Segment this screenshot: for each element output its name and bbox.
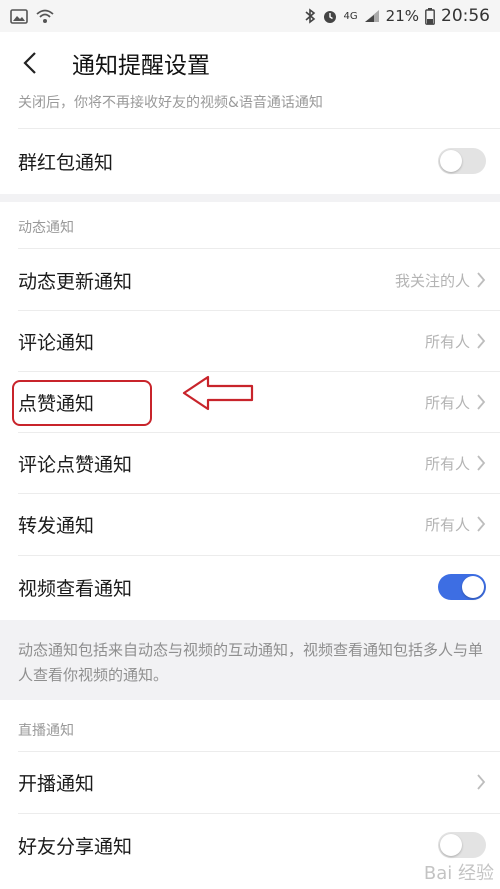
row-label: 好友分享通知: [18, 835, 133, 858]
divider: [18, 813, 500, 814]
row-comment-like-notification[interactable]: 评论点赞通知 所有人: [0, 433, 500, 493]
divider: [18, 248, 500, 249]
bluetooth-icon: [305, 8, 315, 24]
row-value: 所有人: [424, 393, 470, 412]
status-bar: 4G 21% 20:56: [0, 0, 500, 32]
chevron-right-icon: [477, 516, 486, 532]
chevron-right-icon: [477, 333, 486, 349]
row-forward-notification[interactable]: 转发通知 所有人: [0, 494, 500, 554]
row-value: 所有人: [424, 454, 470, 473]
gallery-notification-icon: [10, 8, 28, 24]
annotation-arrow-icon: [182, 375, 254, 411]
divider: [18, 555, 500, 556]
video-view-toggle[interactable]: [438, 574, 486, 600]
row-label: 开播通知: [18, 772, 95, 795]
status-right: 4G 21% 20:56: [304, 6, 490, 26]
row-start-live-notification[interactable]: 开播通知: [0, 752, 500, 812]
status-left: [10, 8, 54, 24]
clock: 20:56: [441, 6, 490, 26]
page-title: 通知提醒设置: [72, 53, 210, 79]
chevron-right-icon: [477, 774, 486, 790]
section-title-dynamic: 动态通知: [18, 220, 74, 236]
row-label: 转发通知: [18, 514, 95, 537]
signal-icon: [364, 10, 379, 22]
divider: [18, 128, 500, 129]
annotation-highlight-box: [12, 380, 152, 426]
row-red-packet-notification[interactable]: 群红包通知: [0, 131, 500, 191]
call-notification-hint: 关闭后，你将不再接收好友的视频&语音通话通知: [18, 95, 323, 111]
chevron-left-icon: [23, 52, 36, 74]
section-gap: [0, 194, 500, 202]
wifi-icon: [36, 9, 54, 23]
dynamic-notification-description: 动态通知包括来自动态与视频的互动通知，视频查看通知包括多人与单人查看你视频的通知…: [18, 641, 484, 684]
row-label: 动态更新通知: [18, 270, 133, 293]
battery-icon: [425, 7, 435, 25]
row-value: 我关注的人: [394, 271, 470, 290]
chevron-right-icon: [477, 272, 486, 288]
header: 通知提醒设置: [0, 32, 500, 94]
row-dynamic-update[interactable]: 动态更新通知 我关注的人: [0, 250, 500, 310]
toggle-knob: [440, 150, 462, 172]
row-label: 评论点赞通知: [18, 453, 133, 476]
alarm-icon: [323, 11, 336, 23]
row-label: 评论通知: [18, 331, 95, 354]
chevron-right-icon: [477, 394, 486, 410]
row-value: 所有人: [424, 515, 470, 534]
row-comment-notification[interactable]: 评论通知 所有人: [0, 311, 500, 371]
network-type: 4G: [343, 10, 358, 22]
battery-percent: 21%: [385, 7, 419, 25]
watermark: Bai 经验: [423, 863, 494, 884]
back-button[interactable]: [0, 32, 60, 94]
red-packet-toggle[interactable]: [438, 148, 486, 174]
row-label: 群红包通知: [18, 151, 114, 174]
row-label: 视频查看通知: [18, 577, 133, 600]
toggle-knob: [440, 834, 462, 856]
row-value: 所有人: [424, 332, 470, 351]
toggle-knob: [462, 576, 484, 598]
row-video-view-notification[interactable]: 视频查看通知: [0, 557, 500, 617]
section-title-live: 直播通知: [18, 723, 74, 739]
friend-share-toggle[interactable]: [438, 832, 486, 858]
chevron-right-icon: [477, 455, 486, 471]
